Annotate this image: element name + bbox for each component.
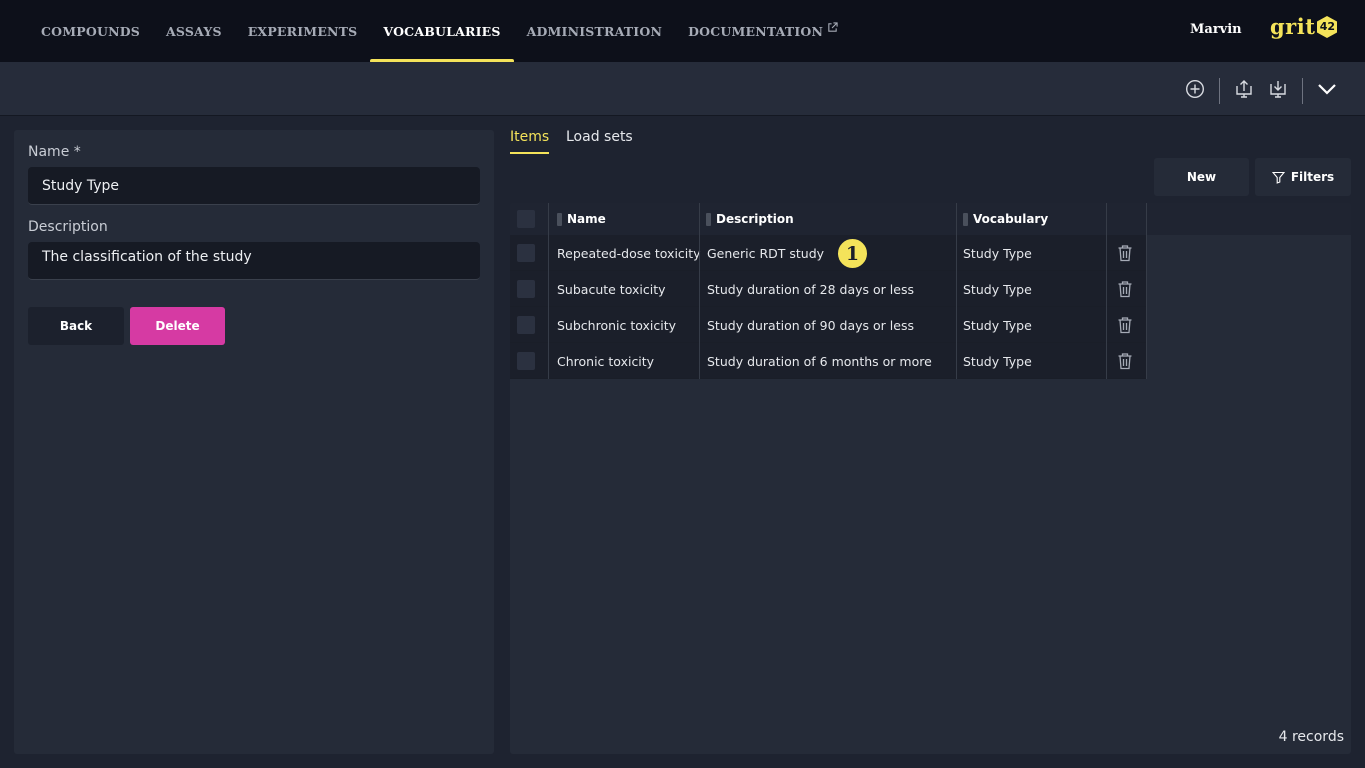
back-button[interactable]: Back bbox=[28, 307, 124, 345]
cell-vocabulary: Study Type bbox=[963, 245, 1032, 261]
trash-icon[interactable] bbox=[1117, 244, 1133, 262]
cell-description: Generic RDT study bbox=[707, 245, 825, 261]
upload-icon bbox=[1236, 80, 1252, 98]
nav-administration[interactable]: ADMINISTRATION bbox=[514, 0, 676, 62]
cell-name: Repeated-dose toxicity bbox=[557, 245, 701, 261]
column-header-label: Description bbox=[716, 212, 794, 226]
annotation-marker: 1 bbox=[836, 237, 869, 270]
logo-number: 42 bbox=[1319, 20, 1336, 33]
chevron-down-icon bbox=[1318, 84, 1336, 95]
upload-button[interactable] bbox=[1230, 75, 1258, 103]
name-label: Name * bbox=[28, 144, 81, 160]
column-resize-handle[interactable] bbox=[963, 212, 968, 226]
delete-button[interactable]: Delete bbox=[130, 307, 225, 345]
page-toolbar bbox=[0, 62, 1365, 116]
description-label: Description bbox=[28, 219, 108, 235]
new-button[interactable]: New bbox=[1154, 158, 1249, 196]
table-row[interactable]: Subchronic toxicity Study duration of 90… bbox=[510, 307, 1146, 343]
logo-hexagon: 42 bbox=[1316, 15, 1338, 39]
filter-icon bbox=[1271, 171, 1285, 184]
add-button[interactable] bbox=[1181, 75, 1209, 103]
nav-documentation[interactable]: DOCUMENTATION bbox=[675, 0, 851, 62]
trash-icon[interactable] bbox=[1117, 280, 1133, 298]
main-nav: COMPOUNDS ASSAYS EXPERIMENTS VOCABULARIE… bbox=[28, 0, 851, 63]
cell-description: Study duration of 28 days or less bbox=[707, 281, 914, 297]
grit42-logo: grit 42 bbox=[1270, 14, 1338, 39]
column-resize-handle[interactable] bbox=[557, 212, 562, 226]
cell-vocabulary: Study Type bbox=[963, 281, 1032, 297]
nav-experiments[interactable]: EXPERIMENTS bbox=[235, 0, 371, 62]
table-row[interactable]: Chronic toxicity Study duration of 6 mon… bbox=[510, 343, 1146, 379]
nav-vocabularies[interactable]: VOCABULARIES bbox=[370, 0, 514, 63]
toolbar-divider bbox=[1302, 78, 1303, 104]
table-header: Name Description Vocabulary bbox=[510, 203, 1351, 235]
toolbar-divider bbox=[1219, 78, 1220, 104]
nav-compounds[interactable]: COMPOUNDS bbox=[28, 0, 153, 62]
external-link-icon bbox=[828, 21, 838, 32]
column-header-label: Name bbox=[567, 212, 606, 226]
cell-name: Subacute toxicity bbox=[557, 281, 666, 297]
user-name[interactable]: Marvin bbox=[1190, 22, 1242, 37]
cell-vocabulary: Study Type bbox=[963, 353, 1032, 369]
items-table: Name Description Vocabulary Repeated-dos… bbox=[510, 203, 1351, 754]
record-count: 4 records bbox=[1278, 729, 1344, 745]
filters-button[interactable]: Filters bbox=[1255, 158, 1351, 196]
name-field[interactable]: Study Type bbox=[28, 167, 480, 205]
column-header-label: Vocabulary bbox=[973, 212, 1049, 226]
trash-icon[interactable] bbox=[1117, 316, 1133, 334]
row-checkbox[interactable] bbox=[517, 316, 535, 334]
column-divider bbox=[1106, 203, 1107, 379]
column-divider bbox=[956, 203, 957, 379]
column-header-description[interactable]: Description bbox=[706, 203, 794, 235]
column-divider bbox=[699, 203, 700, 379]
select-all-checkbox[interactable] bbox=[517, 210, 535, 228]
cell-vocabulary: Study Type bbox=[963, 317, 1032, 333]
table-row[interactable]: Subacute toxicity Study duration of 28 d… bbox=[510, 271, 1146, 307]
vocabulary-form-panel: Name * Study Type Description The classi… bbox=[14, 130, 494, 754]
filters-label: Filters bbox=[1290, 170, 1335, 184]
cell-name: Chronic toxicity bbox=[557, 353, 655, 369]
column-header-name[interactable]: Name bbox=[557, 203, 606, 235]
column-resize-handle[interactable] bbox=[706, 212, 711, 226]
nav-documentation-label: DOCUMENTATION bbox=[688, 23, 824, 39]
row-checkbox[interactable] bbox=[517, 352, 535, 370]
logo-text: grit bbox=[1270, 14, 1316, 39]
description-field[interactable]: The classification of the study bbox=[28, 242, 480, 280]
cell-description: Study duration of 6 months or more bbox=[707, 353, 932, 369]
add-circle-icon bbox=[1185, 79, 1205, 99]
top-navigation-bar: COMPOUNDS ASSAYS EXPERIMENTS VOCABULARIE… bbox=[0, 0, 1365, 63]
cell-description: Study duration of 90 days or less bbox=[707, 317, 914, 333]
row-checkbox[interactable] bbox=[517, 244, 535, 262]
table-row[interactable]: Repeated-dose toxicity Generic RDT study… bbox=[510, 235, 1146, 271]
download-button[interactable] bbox=[1264, 75, 1292, 103]
cell-name: Subchronic toxicity bbox=[557, 317, 677, 333]
column-divider bbox=[1146, 203, 1147, 379]
column-divider bbox=[548, 203, 549, 379]
trash-icon[interactable] bbox=[1117, 352, 1133, 370]
collapse-button[interactable] bbox=[1313, 75, 1341, 103]
download-icon bbox=[1270, 81, 1286, 98]
row-checkbox[interactable] bbox=[517, 280, 535, 298]
column-header-vocabulary[interactable]: Vocabulary bbox=[963, 203, 1048, 235]
nav-assays[interactable]: ASSAYS bbox=[153, 0, 235, 62]
tab-load-sets[interactable]: Load sets bbox=[566, 129, 633, 153]
tab-items[interactable]: Items bbox=[510, 129, 550, 154]
